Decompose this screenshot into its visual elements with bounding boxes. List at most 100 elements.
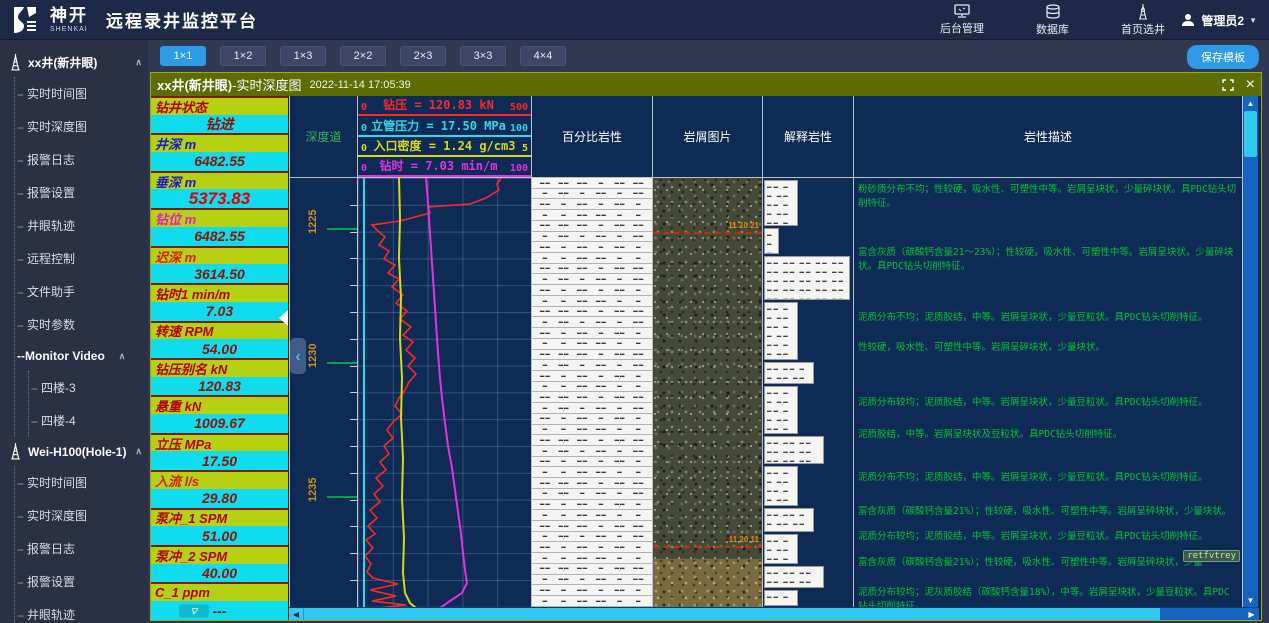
curves-column: 0钻压 = 120.83 kN5000立管压力 = 17.50 MPa1000入… bbox=[358, 96, 532, 607]
sidebar-group-monitor-video[interactable]: --Monitor Video∧ bbox=[15, 341, 148, 371]
sidebar-item-井眼轨迹[interactable]: --井眼轨迹 bbox=[15, 209, 148, 242]
interp-lithology-block: ▬▬ ▬▬ ▬▬ ▬▬ ▬▬ ▬▬ ▬▬ ▬▬ ▬▬ ▬▬ ▬▬ ▬▬ ▬▬ ▬… bbox=[764, 180, 798, 226]
layout-button-2×2[interactable]: 2×2 bbox=[340, 46, 386, 66]
horizontal-scroll-track[interactable] bbox=[1160, 608, 1244, 620]
photo-timestamp-label: 11.20.21 bbox=[728, 221, 759, 230]
sidebar-item-实时时间图[interactable]: --实时时间图 bbox=[15, 466, 148, 499]
layout-button-3×3[interactable]: 3×3 bbox=[460, 46, 506, 66]
lithology-pattern-row: ▬▬▬▬▬▬▬▬ bbox=[532, 425, 652, 436]
collapse-caret-icon[interactable]: ∧ bbox=[119, 351, 126, 362]
lithology-description-text: 富含灰质（碳酸钙含量21%）；性较硬，吸水性、可塑性中等。岩屑呈碎块状，少量 bbox=[858, 556, 1238, 570]
scroll-up-icon[interactable]: ▲ bbox=[1243, 96, 1258, 110]
app-title: 远程录井监控平台 bbox=[106, 7, 258, 32]
vertical-scroll-thumb[interactable] bbox=[1244, 111, 1257, 157]
parameter-dropdown-icon[interactable]: ▽ bbox=[179, 604, 209, 617]
derrick-icon bbox=[1136, 4, 1150, 20]
layout-button-2×3[interactable]: 2×3 bbox=[400, 46, 446, 66]
lithology-pattern-row: ▬▬▬▬▬▬▬▬ bbox=[532, 510, 652, 521]
fullscreen-icon[interactable] bbox=[1222, 79, 1234, 91]
sidebar-item-四楼-4[interactable]: --四楼-4 bbox=[29, 404, 148, 437]
sidebar-item-实时时间图[interactable]: --实时时间图 bbox=[15, 77, 148, 110]
parameter-row: 钻井状态钻进 bbox=[151, 96, 288, 133]
lithology-pattern-row: ▬▬▬▬▬▬▬▬▬▬▬ bbox=[532, 435, 652, 446]
minor-tick bbox=[350, 580, 357, 581]
horizontal-scrollbar[interactable]: ◀ ▶ bbox=[289, 607, 1259, 620]
parameter-row: 迟深 m3614.50 bbox=[151, 246, 288, 283]
minor-tick bbox=[350, 205, 357, 206]
save-template-button[interactable]: 保存模板 bbox=[1187, 45, 1259, 69]
sidebar-item-四楼-3[interactable]: --四楼-3 bbox=[29, 371, 148, 404]
horizontal-scroll-thumb[interactable] bbox=[304, 608, 1160, 620]
vertical-scrollbar[interactable]: ▲ ▼ bbox=[1243, 96, 1258, 607]
parameter-label: 立压 MPa bbox=[151, 435, 288, 452]
interp-lithology-block: ▬▬ ▬▬ ▬▬ ▬▬ ▬▬ ▬▬ ▬▬ ▬▬ ▬▬ ▬▬ ▬▬ ▬▬ ▬▬ ▬… bbox=[764, 228, 779, 254]
parameter-value: 6482.55 bbox=[151, 152, 288, 171]
sidebar-item-报警设置[interactable]: --报警设置 bbox=[15, 176, 148, 209]
sidebar-item-实时深度图[interactable]: --实时深度图 bbox=[15, 110, 148, 143]
lithology-pattern-row: ▬▬▬▬▬▬▬▬▬ bbox=[532, 274, 652, 285]
sidebar-item-井眼轨迹[interactable]: --井眼轨迹 bbox=[15, 598, 148, 623]
collapse-caret-icon[interactable]: ∧ bbox=[135, 446, 142, 457]
track-collapse-handle[interactable]: ‹ bbox=[290, 338, 306, 374]
lithology-pattern-row: ▬▬▬▬▬▬▬▬▬ bbox=[532, 285, 652, 296]
sidebar-item-报警设置[interactable]: --报警设置 bbox=[15, 565, 148, 598]
lithology-description-text: 泥质分布不均；泥质胶结，中等。岩屑呈块状，少量豆粒状。具PDC钻头切削特征。 bbox=[858, 471, 1238, 485]
scroll-left-icon[interactable]: ◀ bbox=[289, 608, 304, 620]
depth-track-column: 深度道 ‹ 122512301235 bbox=[289, 96, 358, 607]
user-menu[interactable]: 管理员2 ▼ bbox=[1180, 0, 1257, 40]
layout-toolbar: 保存模板 1×1 1×2 1×3 2×2 2×3 3×3 4×4 bbox=[148, 40, 1269, 72]
cuttings-photo-bottom-layer bbox=[653, 559, 762, 607]
lithology-pattern-row: ▬▬▬▬▬▬▬▬▬▬▬ bbox=[532, 478, 652, 489]
lithology-pattern-row: ▬▬▬▬▬▬▬▬▬ bbox=[532, 360, 652, 371]
vertical-scroll-track[interactable] bbox=[1243, 158, 1258, 593]
scroll-right-icon[interactable]: ▶ bbox=[1244, 608, 1259, 620]
legend-row-立管压力: 0立管压力 = 17.50 MPa100 bbox=[358, 116, 531, 136]
lithology-pattern-row: ▬▬▬▬▬▬▬▬▬▬▬ bbox=[532, 392, 652, 403]
sidebar-item-报警日志[interactable]: --报警日志 bbox=[15, 143, 148, 176]
parameter-label: C_1 ppm bbox=[151, 584, 288, 601]
parameter-row: 悬重 kN1009.67 bbox=[151, 395, 288, 432]
database-icon bbox=[1045, 4, 1061, 20]
panel-collapse-arrow-icon[interactable] bbox=[279, 310, 288, 326]
well-node[interactable]: Wei-H100(Hole-1) ∧ bbox=[0, 437, 148, 466]
lithology-pattern-row: ▬▬▬▬▬▬▬▬▬▬▬ bbox=[532, 350, 652, 361]
parameter-value: 7.03 bbox=[151, 302, 288, 321]
scroll-down-icon[interactable]: ▼ bbox=[1243, 593, 1258, 607]
layout-button-1×1[interactable]: 1×1 bbox=[160, 46, 206, 66]
sidebar-item-实时参数[interactable]: --实时参数 bbox=[15, 308, 148, 341]
sidebar-item-文件助手[interactable]: --文件助手 bbox=[15, 275, 148, 308]
layout-button-1×3[interactable]: 1×3 bbox=[280, 46, 326, 66]
collapse-caret-icon[interactable]: ∧ bbox=[135, 57, 142, 68]
depth-major-tick bbox=[327, 362, 357, 364]
menu-backstage[interactable]: 后台管理 bbox=[940, 4, 984, 36]
lithology-pattern-row: ▬▬▬▬▬▬▬▬▬ bbox=[532, 500, 652, 511]
layout-button-1×2[interactable]: 1×2 bbox=[220, 46, 266, 66]
parameter-row: 垂深 m5373.83 bbox=[151, 171, 288, 208]
menu-well-select[interactable]: 首页选井 bbox=[1121, 4, 1165, 37]
lithology-pattern-row: ▬▬▬▬▬▬▬▬▬ bbox=[532, 371, 652, 382]
lithology-description-text: 泥质分布不均；泥质胶结，中等。岩屑呈块状，少量豆粒状。具PDC钻头切削特征。 bbox=[858, 311, 1238, 325]
parameter-row: 钻位 m6482.55 bbox=[151, 208, 288, 245]
parameter-row: 转速 RPM54.00 bbox=[151, 321, 288, 358]
well-node[interactable]: xx井(新井眼)∧ bbox=[0, 48, 148, 77]
minor-tick bbox=[350, 500, 357, 501]
close-icon[interactable]: × bbox=[1246, 77, 1255, 93]
brand-name: 神开 bbox=[50, 7, 88, 24]
parameter-label: 垂深 m bbox=[151, 173, 288, 190]
percent-lithology-track: ▬▬▬▬▬▬▬▬▬▬▬▬▬▬▬▬▬▬▬▬▬▬▬▬▬▬▬▬▬▬▬▬▬▬▬▬▬▬▬▬… bbox=[532, 178, 652, 607]
menu-database[interactable]: 数据库 bbox=[1036, 4, 1069, 37]
lithology-pattern-row: ▬▬▬▬▬▬▬▬ bbox=[532, 253, 652, 264]
shenkai-logo-icon bbox=[10, 5, 40, 35]
well-label: Wei-H100(Hole-1) bbox=[28, 445, 126, 459]
sidebar-item-报警日志[interactable]: --报警日志 bbox=[15, 532, 148, 565]
parameter-row: 入流 l/s29.80 bbox=[151, 470, 288, 507]
sidebar-item-实时深度图[interactable]: --实时深度图 bbox=[15, 499, 148, 532]
parameter-row: 井深 m6482.55 bbox=[151, 133, 288, 170]
sidebar-item-远程控制[interactable]: --远程控制 bbox=[15, 242, 148, 275]
parameter-row: C_1 ppm---▽ bbox=[151, 582, 288, 619]
layout-button-4×4[interactable]: 4×4 bbox=[520, 46, 566, 66]
derrick-icon bbox=[8, 54, 23, 71]
interpreted-lithology-column: 解释岩性 ▬▬ ▬▬ ▬▬ ▬▬ ▬▬ ▬▬ ▬▬ ▬▬ ▬▬ ▬▬ ▬▬ ▬▬… bbox=[763, 96, 854, 607]
interp-lithology-block: ▬▬ ▬▬ ▬▬ ▬▬ ▬▬ ▬▬ ▬▬ ▬▬ ▬▬ ▬▬ ▬▬ ▬▬ ▬▬ ▬… bbox=[764, 590, 798, 606]
interp-lithology-block: ▬▬ ▬▬ ▬▬ ▬▬ ▬▬ ▬▬ ▬▬ ▬▬ ▬▬ ▬▬ ▬▬ ▬▬ ▬▬ ▬… bbox=[764, 508, 814, 532]
